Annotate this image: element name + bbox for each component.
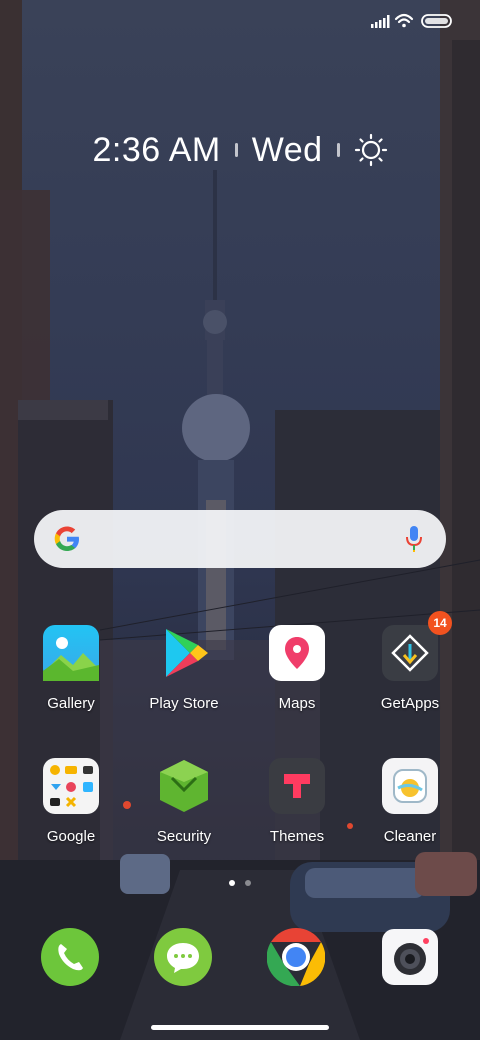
app-label: Play Store [149,695,219,712]
camera-icon[interactable] [381,928,439,986]
page-indicator [0,880,480,886]
app-getapps[interactable]: 14 GetApps [354,611,466,712]
cleaner-icon [382,758,438,814]
page-dot-active [229,880,235,886]
sun-icon [354,133,387,167]
app-cleaner[interactable]: Cleaner [354,758,466,845]
app-themes[interactable]: Themes [241,758,353,845]
app-label: Google [46,828,96,845]
page-dot [245,880,251,886]
phone-icon[interactable] [41,928,99,986]
app-label: Security [156,828,212,845]
signal-bars-icon [371,15,390,28]
getapps-icon: 14 [382,611,452,681]
home-gesture-bar[interactable] [151,1025,329,1030]
app-gallery[interactable]: Gallery [15,625,127,712]
notification-badge: 14 [428,611,452,635]
wifi-icon [394,13,414,28]
clock-widget[interactable]: 2:36 AM Wed [0,126,480,174]
google-g-icon [54,526,79,551]
battery-icon [421,14,452,28]
app-google-folder[interactable]: Google [15,758,127,845]
app-label: Maps [278,695,316,712]
divider [234,143,238,157]
app-label: Gallery [47,695,95,712]
google-folder-icon [43,758,99,814]
status-bar [0,0,480,40]
maps-pin-icon [269,625,325,681]
day-text: Wed [251,130,323,169]
chrome-icon[interactable] [266,927,326,987]
security-shield-icon [156,758,212,814]
app-label: Cleaner [383,828,437,845]
app-security[interactable]: Security [128,758,240,845]
messages-icon[interactable] [154,928,212,986]
app-label: Themes [269,828,325,845]
app-label: GetApps [380,695,440,712]
time-text: 2:36 AM [92,130,221,169]
app-maps[interactable]: Maps [241,625,353,712]
themes-brush-icon [269,758,325,814]
microphone-icon[interactable] [404,524,424,554]
divider [336,143,340,157]
google-search-bar[interactable] [34,510,446,568]
gallery-icon [43,625,99,681]
app-play-store[interactable]: Play Store [128,625,240,712]
play-store-icon [156,625,212,681]
